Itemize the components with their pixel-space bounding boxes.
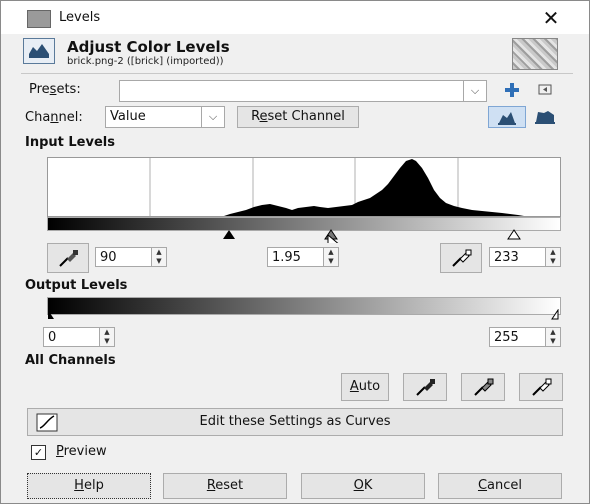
dialog-title: Adjust Color Levels (67, 38, 230, 56)
output-levels-title: Output Levels (25, 278, 128, 293)
log-histogram-icon[interactable] (532, 106, 558, 128)
low-input-spinbutton[interactable]: 90 ▲ ▼ (95, 247, 167, 267)
presets-label: Presets: (29, 82, 81, 97)
preset-menu-icon[interactable] (534, 80, 556, 100)
reset-channel-button[interactable]: Reset Channel (237, 106, 359, 128)
low-output-spinbutton[interactable]: 0 ▲ ▼ (43, 327, 115, 347)
chevron-down-icon[interactable]: ⌵ (463, 81, 486, 101)
ok-button[interactable]: OK (301, 473, 425, 499)
black-point-picker-icon[interactable] (47, 243, 89, 273)
dialog-subtitle: brick.png-2 ([brick] (imported)) (67, 56, 224, 67)
levels-icon (23, 38, 55, 64)
high-output-handle (551, 309, 559, 320)
cancel-button[interactable]: Cancel (438, 473, 562, 499)
spin-down-icon[interactable]: ▼ (545, 257, 560, 266)
spin-down-icon[interactable]: ▼ (99, 337, 114, 346)
gray-point-picker-icon[interactable] (461, 373, 505, 401)
plus-icon[interactable] (501, 80, 523, 100)
auto-button[interactable]: Auto (341, 373, 389, 401)
linear-histogram-icon[interactable] (488, 106, 526, 128)
output-sliders[interactable] (41, 309, 571, 323)
chevron-down-icon[interactable]: ⌵ (201, 107, 224, 127)
reset-button[interactable]: Reset (163, 473, 287, 499)
black-point-picker-icon[interactable] (403, 373, 447, 401)
levels-dialog: Levels ✕ Adjust Color Levels brick.png-2… (0, 0, 590, 504)
preview-checkbox[interactable]: ✓ (31, 445, 46, 460)
dialog-header: Adjust Color Levels brick.png-2 ([brick]… (21, 36, 571, 72)
low-output-handle (48, 310, 54, 319)
spin-down-icon[interactable]: ▼ (151, 257, 166, 266)
window-title: Levels (59, 10, 101, 25)
app-icon (27, 10, 51, 28)
low-input-handle (223, 230, 235, 239)
spin-down-icon[interactable]: ▼ (323, 257, 338, 266)
help-button[interactable]: Help (27, 473, 151, 499)
white-point-picker-icon[interactable] (519, 373, 563, 401)
all-channels-title: All Channels (25, 353, 116, 368)
white-point-picker-icon[interactable] (440, 243, 482, 273)
header-separator (21, 73, 573, 74)
high-output-spinbutton[interactable]: 255 ▲ ▼ (489, 327, 561, 347)
high-input-spinbutton[interactable]: 233 ▲ ▼ (489, 247, 561, 267)
input-levels-title: Input Levels (25, 135, 115, 150)
spin-down-icon[interactable]: ▼ (545, 337, 560, 346)
curves-icon (36, 413, 58, 432)
edit-as-curves-button[interactable]: Edit these Settings as Curves (27, 408, 563, 436)
image-thumbnail (512, 38, 558, 70)
high-input-handle (507, 229, 521, 240)
preview-label: Preview (56, 444, 107, 459)
gamma-spinbutton[interactable]: 1.95 ▲ ▼ (267, 247, 339, 267)
histogram (47, 157, 561, 217)
presets-combo[interactable]: ⌵ (119, 80, 487, 102)
input-sliders[interactable] (41, 229, 571, 243)
channel-combo[interactable]: Value ⌵ (105, 106, 225, 128)
title-bar: Levels ✕ (1, 1, 589, 34)
histogram-graph (149, 158, 524, 216)
channel-label: Channel: (25, 110, 83, 125)
close-icon[interactable]: ✕ (537, 4, 565, 32)
